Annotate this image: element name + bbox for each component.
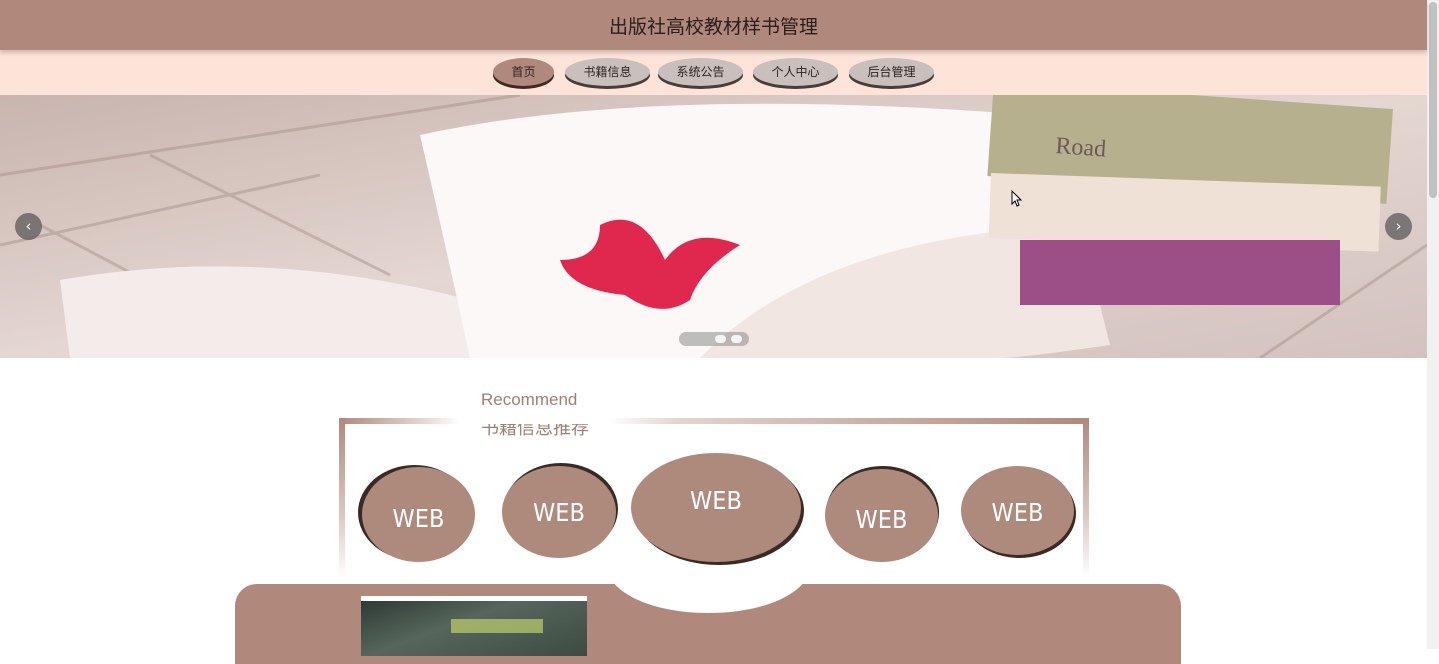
carousel-dot-2[interactable]: [715, 335, 726, 343]
web-badge-1[interactable]: WEB: [362, 467, 475, 562]
hero-carousel[interactable]: Road ‹ ›: [0, 95, 1427, 358]
carousel-dot-1[interactable]: [699, 335, 710, 343]
carousel-dot-3[interactable]: [731, 335, 742, 343]
nav-item-home[interactable]: 首页: [493, 58, 554, 86]
chevron-left-icon: ‹: [25, 217, 32, 235]
scrollbar-thumb[interactable]: [1429, 2, 1437, 198]
web-badge-3[interactable]: WEB: [631, 453, 801, 562]
carousel-next-button[interactable]: ›: [1385, 213, 1412, 240]
section-title-en: Recommend: [481, 390, 578, 409]
web-badge-2[interactable]: WEB: [502, 466, 616, 558]
nav-item-announcements[interactable]: 系统公告: [658, 58, 743, 86]
nav-item-admin[interactable]: 后台管理: [849, 58, 934, 86]
book-card[interactable]: [361, 596, 587, 656]
frame-left-border: [339, 418, 345, 578]
main-nav: 首页 书籍信息 系统公告 个人中心 后台管理: [0, 50, 1427, 95]
banner-image: Road: [0, 95, 1427, 358]
nav-item-books[interactable]: 书籍信息: [565, 58, 650, 86]
book-cover-image: [361, 601, 587, 656]
frame-top-border: [339, 418, 1089, 424]
carousel-prev-button[interactable]: ‹: [15, 213, 42, 240]
nav-item-profile[interactable]: 个人中心: [753, 58, 838, 86]
site-title: 出版社高校教材样书管理: [608, 16, 818, 38]
banner-book-title: Road: [1055, 133, 1107, 162]
web-badge-4[interactable]: WEB: [825, 469, 938, 562]
top-header: 出版社高校教材样书管理: [0, 0, 1427, 50]
frame-right-border: [1083, 418, 1089, 578]
web-badge-5[interactable]: WEB: [961, 466, 1074, 555]
carousel-indicators: [679, 332, 749, 346]
page-scrollbar[interactable]: [1427, 0, 1439, 649]
mouse-cursor-icon: [1011, 190, 1023, 207]
chevron-right-icon: ›: [1395, 217, 1402, 235]
